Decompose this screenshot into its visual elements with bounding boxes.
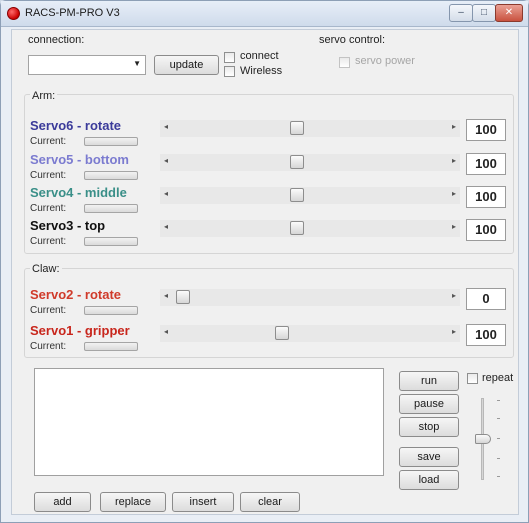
scroll-right-icon[interactable]: ▸ — [452, 122, 456, 131]
servo-control-label: servo control: — [319, 34, 386, 46]
wireless-label: Wireless — [240, 65, 283, 77]
servo-slider[interactable]: ◂ ▸ — [160, 289, 460, 306]
speed-slider-tick — [497, 438, 500, 439]
scroll-left-icon[interactable]: ◂ — [164, 222, 168, 231]
current-label: Current: — [30, 170, 67, 181]
app-window: RACS-PM-PRO V3 – □ ✕ connection: ▼ updat… — [0, 0, 529, 523]
servo-name: Servo2 - rotate — [30, 287, 122, 302]
servo-name: Servo4 - middle — [30, 185, 127, 200]
scroll-right-icon[interactable]: ▸ — [452, 291, 456, 300]
scroll-left-icon[interactable]: ◂ — [164, 122, 168, 131]
speed-slider-thumb[interactable] — [475, 434, 491, 444]
current-label: Current: — [30, 305, 67, 316]
current-meter — [84, 171, 138, 180]
servo-slider-thumb[interactable] — [275, 326, 290, 340]
window-title: RACS-PM-PRO V3 — [25, 7, 120, 19]
scroll-left-icon[interactable]: ◂ — [164, 291, 168, 300]
current-label: Current: — [30, 136, 67, 147]
servo-slider-thumb[interactable] — [290, 221, 305, 235]
current-label: Current: — [30, 341, 67, 352]
servo-slider[interactable]: ◂ ▸ — [160, 187, 460, 204]
servo-power-checkbox[interactable] — [339, 57, 350, 68]
run-button[interactable]: run — [399, 371, 459, 391]
current-meter — [84, 204, 138, 213]
update-button[interactable]: update — [154, 55, 219, 75]
connect-checkbox[interactable] — [224, 52, 235, 63]
servo-name: Servo1 - gripper — [30, 323, 130, 338]
servo-value-field[interactable]: 100 — [466, 219, 506, 241]
servo-power-label: servo power — [355, 55, 415, 67]
replace-button[interactable]: replace — [100, 492, 166, 512]
stop-button[interactable]: stop — [399, 417, 459, 437]
servo-value-field[interactable]: 100 — [466, 153, 506, 175]
claw-label: Claw: — [30, 263, 62, 275]
servo-name: Servo3 - top — [30, 218, 106, 233]
scroll-left-icon[interactable]: ◂ — [164, 327, 168, 336]
speed-slider-tick — [497, 418, 500, 419]
connection-label: connection: — [28, 34, 85, 46]
current-meter — [84, 306, 138, 315]
add-button[interactable]: add — [34, 492, 91, 512]
minimize-button[interactable]: – — [449, 4, 473, 22]
servo-slider[interactable]: ◂ ▸ — [160, 120, 460, 137]
servo-slider-thumb[interactable] — [290, 121, 305, 135]
speed-slider-tick — [497, 458, 500, 459]
load-button[interactable]: load — [399, 470, 459, 490]
pause-button[interactable]: pause — [399, 394, 459, 414]
current-meter — [84, 137, 138, 146]
scroll-left-icon[interactable]: ◂ — [164, 189, 168, 198]
maximize-button[interactable]: □ — [472, 4, 496, 22]
close-button[interactable]: ✕ — [495, 4, 523, 22]
speed-slider-tick — [497, 400, 500, 401]
speed-slider-tick — [497, 476, 500, 477]
scroll-left-icon[interactable]: ◂ — [164, 156, 168, 165]
client-area: connection: ▼ update connect Wireless se… — [11, 29, 519, 515]
wireless-checkbox[interactable] — [224, 66, 235, 77]
arm-label: Arm: — [30, 90, 58, 102]
servo-slider[interactable]: ◂ ▸ — [160, 220, 460, 237]
current-meter — [84, 342, 138, 351]
clear-button[interactable]: clear — [240, 492, 300, 512]
connect-label: connect — [240, 50, 279, 62]
servo-name: Servo5 - bottom — [30, 152, 129, 167]
servo-name: Servo6 - rotate — [30, 118, 122, 133]
chevron-down-icon: ▼ — [133, 59, 141, 68]
servo-slider[interactable]: ◂ ▸ — [160, 154, 460, 171]
servo-slider-thumb[interactable] — [290, 155, 305, 169]
servo-value-field[interactable]: 100 — [466, 186, 506, 208]
servo-slider-thumb[interactable] — [176, 290, 190, 304]
current-label: Current: — [30, 236, 67, 247]
servo-slider-thumb[interactable] — [290, 188, 305, 202]
title-bar[interactable]: RACS-PM-PRO V3 – □ ✕ — [1, 1, 528, 27]
scroll-right-icon[interactable]: ▸ — [452, 156, 456, 165]
repeat-checkbox[interactable] — [467, 373, 478, 384]
app-icon — [7, 7, 20, 20]
current-label: Current: — [30, 203, 67, 214]
sequence-textarea[interactable] — [34, 368, 384, 476]
save-button[interactable]: save — [399, 447, 459, 467]
servo-slider[interactable]: ◂ ▸ — [160, 325, 460, 342]
servo-value-field[interactable]: 100 — [466, 119, 506, 141]
scroll-right-icon[interactable]: ▸ — [452, 222, 456, 231]
servo-value-field[interactable]: 100 — [466, 324, 506, 346]
servo-value-field[interactable]: 0 — [466, 288, 506, 310]
scroll-right-icon[interactable]: ▸ — [452, 327, 456, 336]
repeat-label: repeat — [482, 372, 514, 384]
port-select[interactable]: ▼ — [28, 55, 146, 75]
insert-button[interactable]: insert — [172, 492, 234, 512]
scroll-right-icon[interactable]: ▸ — [452, 189, 456, 198]
current-meter — [84, 237, 138, 246]
